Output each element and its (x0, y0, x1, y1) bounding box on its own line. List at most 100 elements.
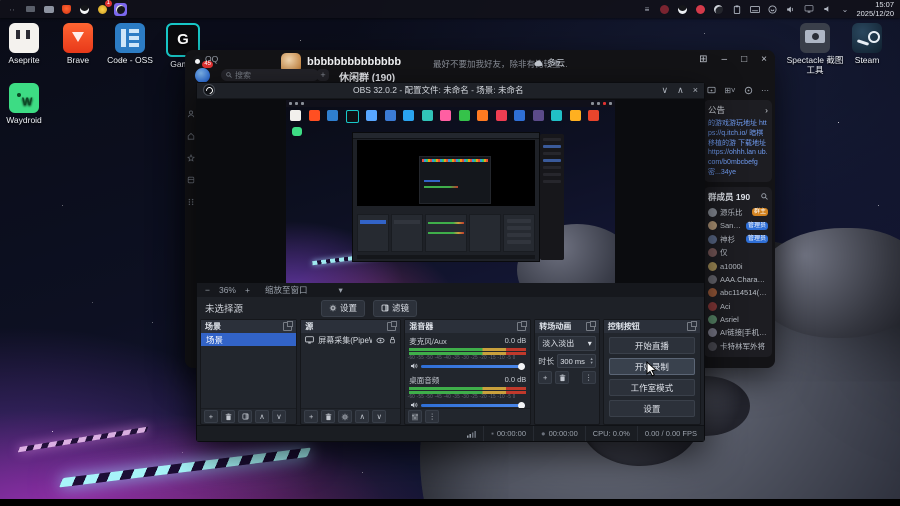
member-search-icon[interactable] (761, 193, 768, 201)
minimize-button[interactable]: ∨ (662, 85, 669, 96)
tray-expand-chevron-icon[interactable]: ⌄ (838, 3, 851, 16)
tray-record-dot-icon[interactable] (694, 3, 707, 16)
contacts-icon[interactable] (187, 110, 195, 118)
taskbar-coin-icon[interactable]: 1 (96, 0, 112, 16)
tray-keyboard-icon[interactable] (748, 3, 761, 16)
clock-widget[interactable]: 15:07 2025/12/20 (856, 0, 894, 18)
volume-slider[interactable] (421, 362, 526, 370)
star-icon[interactable] (187, 154, 195, 162)
tray-display-icon[interactable] (802, 3, 815, 16)
add-scene-button[interactable]: + (204, 410, 218, 424)
dock-popout-icon[interactable] (283, 321, 294, 332)
duration-spinner[interactable]: 300 ms ▴ ▾ (557, 354, 596, 369)
move-scene-down-button[interactable]: ∨ (272, 410, 286, 424)
list-item[interactable]: AI链接[手机]茶应用c... (708, 326, 768, 339)
scene-filters-button[interactable] (238, 410, 252, 424)
list-item[interactable]: 仅 (708, 246, 768, 259)
studio-mode-button[interactable]: 工作室模式 (608, 379, 695, 397)
grip-dots-icon[interactable] (187, 198, 195, 206)
add-transition-button[interactable]: + (538, 371, 553, 385)
desktop-icon-aseprite[interactable]: Aseprite (0, 23, 50, 66)
close-button[interactable]: × (693, 85, 698, 96)
settings-button[interactable]: 设置 (608, 400, 695, 418)
taskbar-brave-icon[interactable] (60, 3, 73, 16)
add-source-button[interactable]: + (304, 410, 319, 424)
zoom-in-button[interactable]: + (245, 285, 250, 295)
slider-handle[interactable] (518, 401, 526, 409)
workspace-pager[interactable]: ∙∙ (6, 3, 19, 16)
panel-menu-icon[interactable]: ≡ (640, 3, 653, 16)
slider-handle[interactable] (518, 362, 526, 370)
tray-volume-icon[interactable] (820, 3, 833, 16)
files-icon[interactable] (42, 3, 55, 16)
screen-share-icon[interactable] (707, 86, 716, 95)
desktop-icon-steam[interactable]: Steam (843, 23, 891, 66)
filters-button[interactable]: 滤镜 (373, 299, 418, 317)
list-item[interactable]: a1000i (708, 259, 768, 272)
zoom-out-button[interactable]: − (205, 285, 210, 295)
add-button[interactable]: + (317, 69, 329, 81)
list-item[interactable]: 卡特林军外将 (708, 340, 768, 353)
scene-item-selected[interactable]: 场景 (201, 333, 297, 347)
remove-source-button[interactable] (321, 410, 336, 424)
lock-icon[interactable] (389, 336, 396, 344)
start-streaming-button[interactable]: 开始直播 (608, 337, 695, 355)
apps-grid-icon[interactable]: ⊞˅ (724, 86, 735, 95)
obs-titlebar[interactable]: OBS 32.0.2 - 配置文件: 未命名 - 场景: 未命名 ∨ ∧ × (197, 83, 704, 99)
taskbar-qq-icon[interactable] (78, 3, 91, 16)
desktop-icon-code-oss[interactable]: Code - OSS (104, 23, 156, 66)
tray-clipboard-icon[interactable] (730, 3, 743, 16)
panel-widget-icon[interactable] (24, 3, 37, 16)
list-item[interactable]: Sans_SANS_管理员 (708, 219, 768, 232)
tray-ime-icon[interactable] (658, 3, 671, 16)
list-item[interactable]: Asriel (708, 313, 768, 326)
remove-scene-button[interactable] (221, 410, 235, 424)
list-item[interactable]: AAA.Chara批发商头... (708, 273, 768, 286)
list-item[interactable]: abc114514(斩刀王) (708, 286, 768, 299)
desktop-icon-spectacle[interactable]: Spectacle 截图 工具 (786, 23, 844, 76)
tray-obs-icon[interactable] (712, 3, 725, 16)
chevron-down-icon[interactable]: ▾ (338, 285, 342, 296)
remove-transition-button[interactable] (555, 371, 570, 385)
speaker-icon[interactable] (410, 401, 418, 408)
qq-titlebar[interactable]: QQ bbbbbbbbbbbbbb 最好不要加我好友，除非有比较重... 多云 … (185, 50, 775, 84)
advanced-audio-button[interactable] (408, 410, 423, 424)
list-item[interactable]: 源乐比 群主 (708, 206, 768, 219)
list-item[interactable]: Aci (708, 300, 768, 313)
qq-panel-toggle-icon[interactable]: ⊞ (699, 54, 707, 65)
desktop-icon-waydroid[interactable]: Waydroid (0, 83, 50, 126)
source-settings-button[interactable]: 设置 (321, 299, 366, 317)
tray-voice-icon[interactable] (766, 3, 779, 16)
dock-popout-icon[interactable] (517, 321, 528, 332)
more-icon[interactable]: ⋯ (761, 86, 769, 95)
volume-slider[interactable] (421, 401, 526, 409)
speaker-icon[interactable] (410, 362, 418, 370)
search-input[interactable]: 搜索 (221, 69, 319, 81)
source-properties-button[interactable] (338, 410, 353, 424)
desktop-icon-brave[interactable]: Brave (52, 23, 104, 66)
chevron-right-icon[interactable]: › (765, 105, 768, 115)
maximize-button[interactable]: ∧ (677, 85, 684, 96)
dock-popout-icon[interactable] (687, 321, 697, 332)
transition-select[interactable]: 淡入淡出 ▾ (538, 336, 596, 352)
tray-audio-icon[interactable] (784, 3, 797, 16)
dock-popout-icon[interactable] (585, 321, 596, 332)
user-avatar[interactable]: 45 (195, 61, 213, 83)
eye-visibility-icon[interactable] (376, 337, 385, 344)
workspace-icon[interactable] (187, 176, 195, 184)
transition-menu-button[interactable]: ⋮ (581, 371, 596, 385)
list-item[interactable]: 神杉 管理员 (708, 233, 768, 246)
dock-popout-icon[interactable] (387, 321, 398, 332)
home-icon[interactable] (187, 132, 195, 140)
move-source-up-button[interactable]: ∧ (355, 410, 370, 424)
announcement-card[interactable]: 公告 › 的游戏游玩地址 https://q.itch.io/ 暗棋移植的游 下… (704, 100, 772, 182)
tray-qq-icon[interactable] (676, 3, 689, 16)
taskbar-obs-icon-active[interactable] (114, 2, 127, 16)
move-scene-up-button[interactable]: ∧ (255, 410, 269, 424)
move-source-down-button[interactable]: ∨ (372, 410, 387, 424)
minimize-button[interactable]: – (722, 54, 728, 65)
obs-preview-canvas[interactable] (197, 98, 704, 284)
fit-to-window-label[interactable]: 缩放至窗口 (265, 284, 308, 296)
mixer-menu-button[interactable]: ⋮ (425, 410, 440, 424)
source-item[interactable]: 屏幕采集(PipeWire) (301, 333, 400, 347)
